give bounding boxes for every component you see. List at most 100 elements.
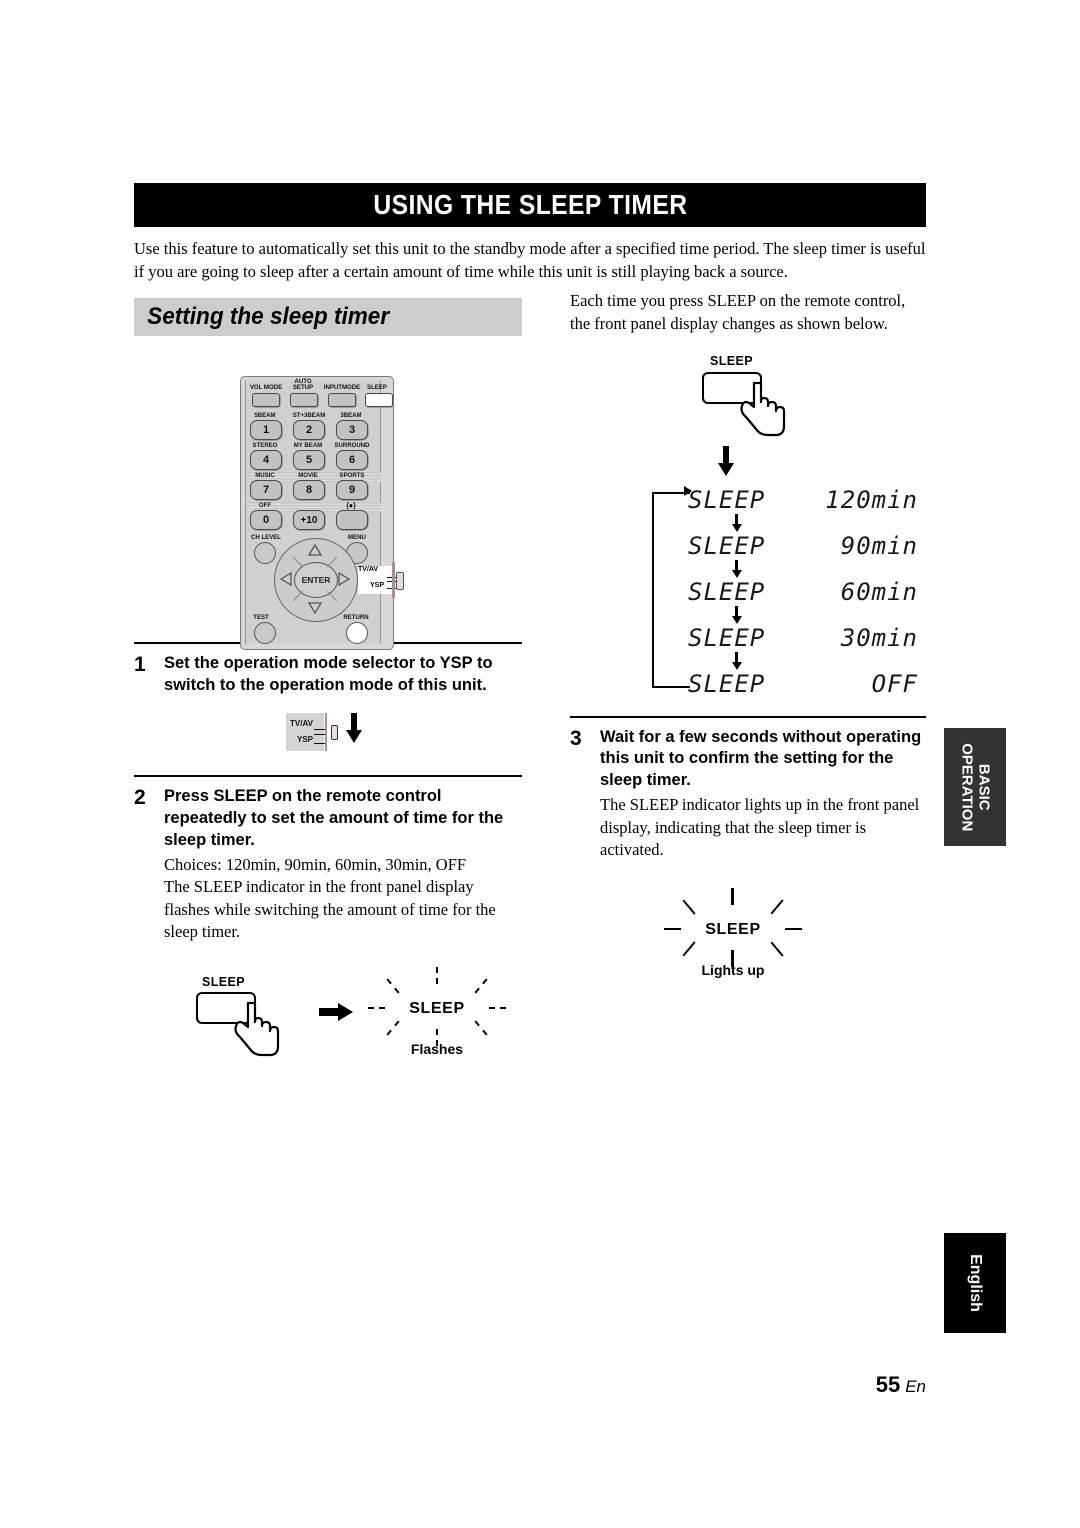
remote-button-sleep[interactable] <box>365 393 393 407</box>
ray-top <box>731 887 734 905</box>
divider-step-2 <box>134 774 522 777</box>
label-input-mode: INPUTMODE <box>323 384 361 391</box>
sequence-value-30min: 30min <box>840 624 918 652</box>
selector-tv-label: TV/AV <box>290 718 313 728</box>
remote-key-3[interactable]: 3 <box>336 420 368 440</box>
step-3: 3 Wait for a few seconds without operati… <box>570 727 926 862</box>
remote-key-plus10[interactable]: +10 <box>293 510 325 530</box>
ray-top-left <box>682 898 696 915</box>
remote-key-4[interactable]: 4 <box>250 450 282 470</box>
sequence-label-30min: SLEEP <box>688 624 766 652</box>
remote-key-0[interactable]: 0 <box>250 510 282 530</box>
selector-figure: TV/AV YSP <box>134 709 522 765</box>
label-return: RETURN <box>343 614 369 621</box>
sequence-label-off: SLEEP <box>688 670 766 698</box>
label-my-beam: MY BEAM <box>293 442 323 449</box>
remote-key-5[interactable]: 5 <box>293 450 325 470</box>
sequence-label-120min: SLEEP <box>688 486 766 514</box>
remote-key-1[interactable]: 1 <box>250 420 282 440</box>
remote-key-9[interactable]: 9 <box>336 480 368 500</box>
remote-button-return[interactable] <box>346 622 368 644</box>
label-5beam: 5BEAM <box>254 412 276 419</box>
sequence-arrow-2 <box>732 560 742 578</box>
ray-top-left <box>386 978 400 994</box>
dpad-arrows[interactable] <box>273 537 357 621</box>
label-stereo: STEREO <box>252 442 278 449</box>
side-tab-english[interactable]: English <box>944 1233 1006 1333</box>
side-tab-basic-line2: OPERATION <box>958 742 975 832</box>
sequence-arrow-1 <box>732 514 742 532</box>
record-dot-icon: (●) <box>346 501 356 510</box>
step-3-body: The SLEEP indicator lights up in the fro… <box>600 795 920 860</box>
page-footer: 55 En <box>0 1372 926 1398</box>
step-1: 1 Set the operation mode selector to YSP… <box>134 653 522 697</box>
selector-label-ysp: YSP <box>370 582 385 589</box>
selector-knob[interactable] <box>331 724 338 740</box>
intro-paragraph: Use this feature to automatically set th… <box>134 239 926 281</box>
arrow-down-step1 <box>346 712 362 743</box>
sequence-loop-line <box>652 492 690 688</box>
sleep-key-label-flashes: SLEEP <box>202 975 245 990</box>
sleep-key-label-top: SLEEP <box>710 353 753 368</box>
ray-top <box>436 967 438 985</box>
remote-button-test[interactable] <box>254 622 276 644</box>
label-sleep-key: SLEEP <box>367 384 387 391</box>
flashes-indicator-burst: SLEEP Flashes <box>362 967 512 1059</box>
step-2: 2 Press SLEEP on the remote control repe… <box>134 786 522 944</box>
ray-bottom-left <box>386 1020 400 1036</box>
step-1-number: 1 <box>134 653 146 676</box>
ray-bottom-left <box>682 940 696 957</box>
side-tab-english-label: English <box>967 1254 984 1312</box>
sequence-value-120min: 120min <box>825 486 918 514</box>
divider-step-3 <box>570 715 926 718</box>
remote-key-6[interactable]: 6 <box>336 450 368 470</box>
step-2-body: Choices: 120min, 90min, 60min, 30min, OF… <box>164 854 496 941</box>
label-off: OFF <box>258 502 272 509</box>
flashes-figure: SLEEP SLEEP Flashes <box>134 965 522 1075</box>
selector-rail <box>325 712 328 751</box>
arrow-right-flashes <box>319 1003 353 1022</box>
side-tab-basic-operation[interactable]: BASIC OPERATION <box>944 728 1006 846</box>
remote-button-auto-setup[interactable] <box>290 393 318 407</box>
page-lang-suffix: En <box>905 1377 926 1396</box>
ray-bottom-right <box>770 940 784 957</box>
sequence-arrow-4 <box>732 652 742 670</box>
page-number: 55 <box>875 1372 901 1397</box>
label-surround: SURROUND <box>334 442 370 449</box>
sequence-row-30min: SLEEP 30min <box>688 624 928 652</box>
sequence-label-60min: SLEEP <box>688 578 766 606</box>
flashes-indicator-word: SLEEP <box>409 1000 465 1018</box>
remote-key-8[interactable]: 8 <box>293 480 325 500</box>
remote-key-2[interactable]: 2 <box>293 420 325 440</box>
label-st3beam: ST+3BEAM <box>292 412 326 419</box>
step-2-heading: Press SLEEP on the remote control repeat… <box>164 786 504 849</box>
side-tab-basic-line1: BASIC <box>975 763 993 811</box>
sleep-sequence-diagram: SLEEP 120min SLEEP 90min SLEEP 60min SLE… <box>646 478 936 700</box>
ray-top-right <box>770 898 784 915</box>
right-intro-paragraph: Each time you press SLEEP on the remote … <box>570 291 906 333</box>
remote-button-vol-mode[interactable] <box>252 393 280 407</box>
hand-pointer-icon-flashes <box>234 1002 280 1057</box>
sequence-arrow-3 <box>732 606 742 624</box>
ray-bottom-right <box>474 1020 488 1036</box>
hand-pointer-icon-top <box>740 381 786 436</box>
remote-key-record[interactable] <box>336 510 368 530</box>
label-vol-mode: VOL MODE <box>249 384 283 391</box>
section-header: Setting the sleep timer <box>134 298 522 336</box>
label-music: MUSIC <box>255 472 275 479</box>
lights-up-caption: Lights up <box>701 961 765 978</box>
flashes-caption: Flashes <box>410 1041 464 1058</box>
sleep-key-figure-top: SLEEP <box>570 354 926 484</box>
arrow-down-to-sequence <box>718 445 734 476</box>
sequence-value-off: OFF <box>871 670 918 698</box>
step-2-number: 2 <box>134 785 146 809</box>
remote-button-input-mode[interactable] <box>328 393 356 407</box>
remote-key-7[interactable]: 7 <box>250 480 282 500</box>
label-test: TEST <box>253 614 269 621</box>
sequence-row-off: SLEEP OFF <box>688 670 928 698</box>
sequence-row-120min: SLEEP 120min <box>688 486 928 514</box>
label-3beam: 3BEAM <box>340 412 362 419</box>
label-movie: MOVIE <box>298 472 318 479</box>
selector-side-knob[interactable] <box>396 572 404 590</box>
step-1-heading: Set the operation mode selector to YSP t… <box>164 654 493 694</box>
